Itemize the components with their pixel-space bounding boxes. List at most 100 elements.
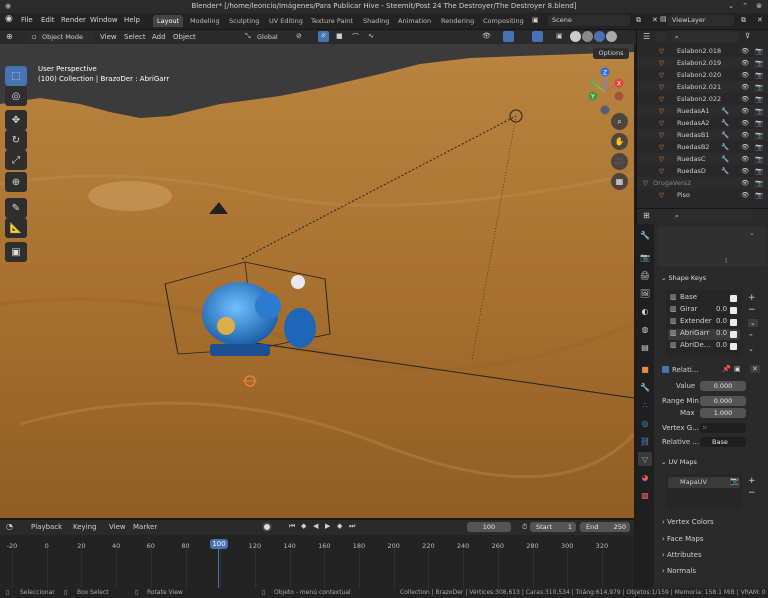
options-button[interactable]: Options [593, 48, 629, 59]
tab-layout[interactable]: Layout [153, 15, 184, 27]
visibility-eye-icon[interactable]: 👁 [741, 81, 749, 93]
gizmo-toggle-icon[interactable] [503, 31, 514, 42]
falloff-icon[interactable]: ⌒ [352, 32, 359, 42]
add-shape-key-button[interactable]: + [748, 293, 756, 303]
filter-icon[interactable]: ⊽ [745, 32, 750, 40]
object-tab-icon[interactable]: ■ [638, 362, 652, 376]
menu-select[interactable]: Select [124, 33, 146, 41]
vertex-group-field[interactable]: ⁙ [700, 423, 746, 433]
modifier-wrench-icon[interactable]: 🔧 [721, 117, 729, 129]
normals-section[interactable]: › Normals [662, 567, 696, 575]
vgroup-menu-icon[interactable]: ⌄ [749, 229, 755, 237]
physics-tab-icon[interactable]: ◎ [638, 416, 652, 430]
shape-key-value[interactable]: 0.0 [716, 341, 727, 349]
modifier-wrench-icon[interactable]: 🔧 [721, 153, 729, 165]
snap-icon[interactable]: ⌀ [318, 31, 329, 42]
add-cube-tool-icon[interactable]: ▣ [5, 242, 27, 262]
editor-type-icon[interactable]: ⊕ [6, 32, 13, 41]
tool-tab-icon[interactable]: 🔧 [638, 228, 652, 242]
tab-modeling[interactable]: Modeling [186, 15, 224, 27]
render-camera-icon[interactable]: 📷 [755, 93, 763, 105]
tab-animation[interactable]: Animation [394, 15, 435, 27]
zoom-view-icon[interactable]: ⌕ [611, 113, 628, 130]
rotate-tool-icon[interactable]: ↻ [5, 130, 27, 150]
particles-tab-icon[interactable]: ∴ [638, 398, 652, 412]
outliner-item[interactable]: ▽ Piso 👁 📷 [637, 189, 768, 201]
orientation-selector[interactable]: Global [254, 32, 292, 43]
3d-viewport[interactable]: User Perspective (100) Collection | Braz… [0, 44, 634, 518]
render-camera-icon[interactable]: 📷 [755, 165, 763, 177]
properties-search-input[interactable]: ⌕ [671, 211, 751, 222]
shape-key-lock-icon[interactable]: 📌 [722, 365, 731, 373]
shape-key-row[interactable]: ▥ Extender 0.0 [668, 317, 740, 328]
uv-camera-icon[interactable]: 📷 [730, 477, 739, 485]
menu-help[interactable]: Help [124, 16, 140, 24]
move-up-button[interactable]: ⌃ [748, 333, 754, 341]
curve-icon[interactable]: ∿ [368, 32, 374, 40]
tab-texture-paint[interactable]: Texture Paint [307, 15, 357, 27]
shape-key-editmode-icon[interactable]: ▣ [734, 365, 741, 373]
playhead-frame[interactable]: 100 [210, 539, 228, 549]
shape-keys-header[interactable]: ⌄ Shape Keys [657, 271, 767, 285]
outliner-item[interactable]: ▽ Eslabon2.020 👁 📷 [637, 69, 768, 81]
tab-shading[interactable]: Shading [359, 15, 393, 27]
tab-sculpting[interactable]: Sculpting [225, 15, 263, 27]
add-uv-button[interactable]: + [748, 476, 756, 486]
render-camera-icon[interactable]: 📷 [755, 153, 763, 165]
shape-key-row[interactable]: ▥ AbriDe... 0.0 [668, 341, 740, 352]
view-layer-tab-icon[interactable]: 🖼 [638, 286, 652, 300]
render-camera-icon[interactable]: 📷 [755, 45, 763, 57]
outliner-item[interactable]: 🔧 ▽ RuedasB2 👁 📷 [637, 141, 768, 153]
outliner-editor-icon[interactable]: ☰ [643, 32, 650, 41]
visibility-eye-icon[interactable]: 👁 [741, 57, 749, 69]
measure-tool-icon[interactable]: 📐 [5, 218, 27, 238]
shading-solid-icon[interactable] [582, 31, 593, 42]
visibility-eye-icon[interactable]: 👁 [741, 165, 749, 177]
menu-view[interactable]: View [100, 33, 117, 41]
visibility-icon[interactable]: 👁 [482, 32, 491, 40]
scene-tab-icon[interactable]: ◐ [638, 304, 652, 318]
modifier-wrench-icon[interactable]: 🔧 [721, 141, 729, 153]
menu-window[interactable]: Window [90, 16, 118, 24]
close-window-icon[interactable]: ⊗ [756, 0, 762, 13]
shape-key-value[interactable]: 0.0 [716, 317, 727, 325]
scale-tool-icon[interactable]: ⤢ [5, 150, 27, 170]
attributes-section[interactable]: › Attributes [662, 551, 702, 559]
range-min-field[interactable]: 0.000 [700, 396, 746, 406]
max-field[interactable]: 1.000 [700, 408, 746, 418]
value-field[interactable]: 0.000 [700, 381, 746, 391]
outliner-item[interactable]: 🔧 ▽ RuedasA2 👁 📷 [637, 117, 768, 129]
visibility-eye-icon[interactable]: 👁 [741, 105, 749, 117]
shading-material-icon[interactable] [594, 31, 605, 42]
minimize-icon[interactable]: ⌄ [728, 0, 734, 13]
relative-to-field[interactable]: Base [700, 437, 746, 447]
viewlayer-copy-icon[interactable]: ⧉ [741, 16, 746, 25]
shape-key-row[interactable]: ▥ Girar 0.0 [668, 305, 740, 316]
render-camera-icon[interactable]: 📷 [755, 189, 763, 201]
outliner-item[interactable]: 🔧 ▽ RuedasC 👁 📷 [637, 153, 768, 165]
tab-uv-editing[interactable]: UV Editing [265, 15, 307, 27]
navigation-gizmo[interactable]: Z X Y [583, 66, 631, 120]
menu-add[interactable]: Add [152, 33, 166, 41]
shape-key-mute-checkbox[interactable] [730, 331, 737, 338]
render-camera-icon[interactable]: 📷 [755, 177, 763, 189]
select-tool-icon[interactable]: ⬚ [5, 66, 27, 86]
visibility-eye-icon[interactable]: 👁 [741, 93, 749, 105]
world-tab-icon[interactable]: ◍ [638, 322, 652, 336]
visibility-eye-icon[interactable]: 👁 [741, 189, 749, 201]
modifier-tab-icon[interactable]: 🔧 [638, 380, 652, 394]
camera-view-icon[interactable]: 🎥 [611, 153, 628, 170]
output-tab-icon[interactable]: 🖨 [638, 268, 652, 282]
shape-key-row[interactable]: ▥ AbriGarr 0.0 [668, 329, 740, 340]
outliner-item[interactable]: ▽ OrugaVers2 👁 📷 [637, 177, 768, 189]
render-camera-icon[interactable]: 📷 [755, 129, 763, 141]
constraints-tab-icon[interactable]: ⛓ [638, 434, 652, 448]
shape-key-value[interactable]: 0.0 [716, 305, 727, 313]
render-camera-icon[interactable]: 📷 [755, 117, 763, 129]
blender-menu-icon[interactable]: ◉ [5, 14, 13, 24]
modifier-wrench-icon[interactable]: 🔧 [721, 129, 729, 141]
modifier-wrench-icon[interactable]: 🔧 [721, 105, 729, 117]
properties-editor-icon[interactable]: ⊞ [643, 211, 650, 220]
visibility-eye-icon[interactable]: 👁 [741, 153, 749, 165]
overlay-toggle-icon[interactable] [532, 31, 543, 42]
